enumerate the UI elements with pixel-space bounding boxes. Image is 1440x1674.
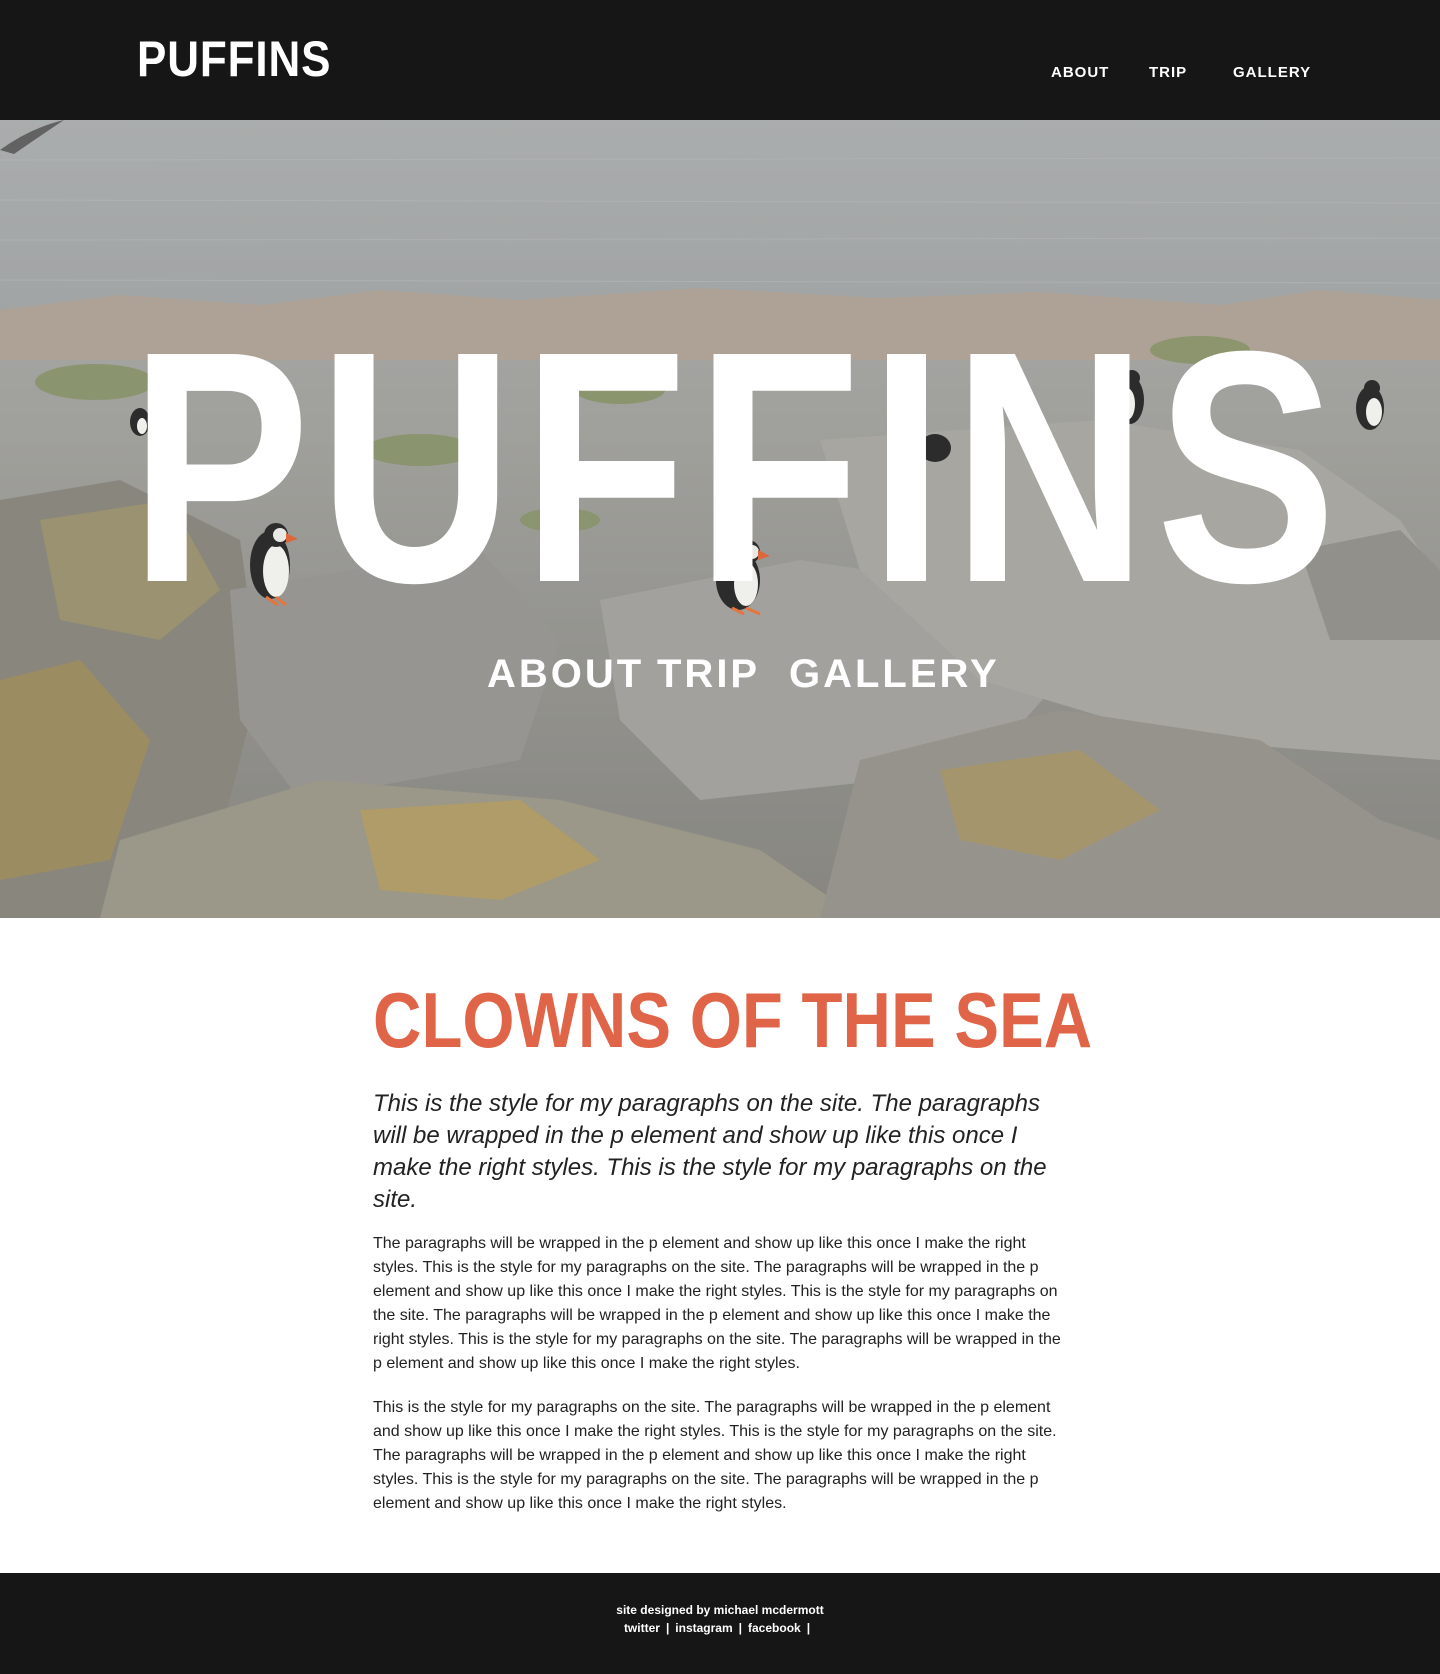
section-headline: CLOWNS OF THE SEA (373, 976, 1093, 1064)
body-paragraph: This is the style for my paragraphs on t… (373, 1399, 1057, 1512)
facebook-link[interactable]: facebook (748, 1621, 801, 1635)
site-footer: site designed by michael mcdermott twitt… (0, 1573, 1440, 1674)
hero-nav-link-gallery[interactable]: GALLERY (789, 652, 1000, 697)
footer-social-links: twitter | instagram | facebook | (0, 1621, 1440, 1635)
footer-credit: site designed by michael mcdermott (616, 1603, 824, 1617)
twitter-link[interactable]: twitter (624, 1621, 660, 1635)
nav-link-trip[interactable]: TRIP (1149, 64, 1187, 81)
footer-separator: | (806, 1621, 811, 1635)
top-bar: PUFFINS ABOUT TRIP GALLERY (0, 0, 1440, 120)
hero-banner: PUFFINS ABOUT TRIP GALLERY (0, 120, 1440, 918)
hero-nav-link-about[interactable]: ABOUT (487, 652, 644, 697)
hero-nav: ABOUT TRIP GALLERY (0, 652, 1440, 702)
nav-link-about[interactable]: ABOUT (1051, 64, 1109, 81)
lead-paragraph: This is the style for my paragraphs on t… (373, 1090, 1047, 1213)
footer-separator: | (665, 1621, 670, 1635)
footer-separator: | (738, 1621, 743, 1635)
hero-title: PUFFINS (129, 282, 1345, 651)
main-content: CLOWNS OF THE SEA This is the style for … (373, 976, 1093, 1516)
hero-nav-link-trip[interactable]: TRIP (657, 652, 760, 697)
top-nav: ABOUT TRIP GALLERY (0, 64, 1440, 84)
nav-link-gallery[interactable]: GALLERY (1233, 64, 1311, 81)
body-paragraph: The paragraphs will be wrapped in the p … (373, 1235, 1061, 1372)
instagram-link[interactable]: instagram (675, 1621, 732, 1635)
